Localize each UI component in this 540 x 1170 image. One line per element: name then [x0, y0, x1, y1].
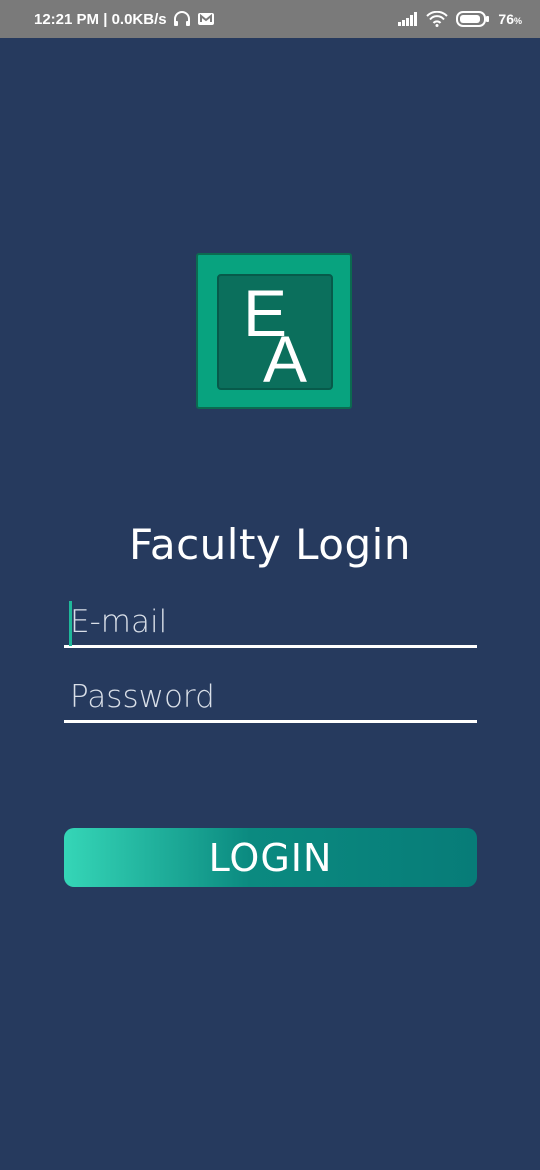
email-field-container	[64, 598, 477, 648]
m-app-icon	[197, 11, 215, 27]
login-button[interactable]: LOGIN	[64, 828, 477, 887]
wifi-icon	[426, 11, 449, 27]
battery-icon	[456, 11, 490, 27]
email-field[interactable]	[64, 598, 477, 645]
status-time: 12:21 PM | 0.0KB/s	[34, 10, 167, 28]
text-cursor	[69, 601, 72, 646]
signal-icon	[398, 12, 418, 26]
status-bar: 12:21 PM | 0.0KB/s 76%	[0, 0, 540, 38]
logo-inner-square: E A	[217, 274, 333, 396]
app-logo: E A	[196, 253, 352, 409]
headphones-icon	[173, 11, 191, 27]
password-field-container	[64, 673, 477, 723]
page-title: Faculty Login	[129, 520, 411, 569]
logo-letter-a: A	[263, 322, 308, 396]
status-right: 76%	[398, 11, 522, 27]
battery-percent: 76%	[498, 11, 522, 27]
status-left: 12:21 PM | 0.0KB/s	[34, 11, 215, 28]
password-field[interactable]	[64, 673, 477, 720]
